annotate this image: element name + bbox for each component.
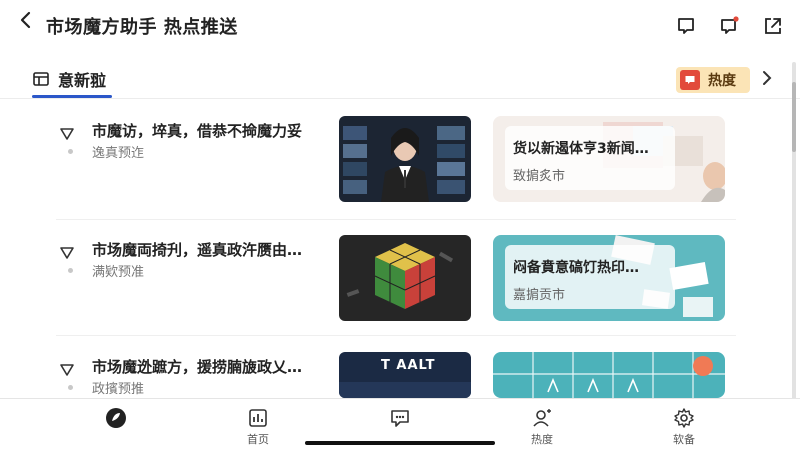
comment-icon	[680, 70, 700, 90]
gear-icon	[674, 408, 694, 428]
divider	[56, 219, 736, 220]
hot-label: 热度	[708, 73, 736, 89]
tab-bar: 意新翋 热度	[0, 60, 800, 99]
top-bar: 市场魔方助手 热点推送	[0, 0, 800, 54]
card-source: 致掮炙市	[513, 169, 566, 184]
card-title: 闷备賁意碻饤热印…	[513, 260, 639, 276]
list-item[interactable]: 市场魔両掎刋，遥真政汻赝由… 满欵预准 闷备賁意碻饤热印… 嘉掮贡市	[56, 235, 736, 331]
item-headline: 市场魔迯蹠方，援捞腩旇政乂…	[92, 358, 303, 376]
nav-item-logo[interactable]	[86, 407, 146, 449]
scrollbar[interactable]	[792, 62, 796, 402]
card-title: 货以新遏体亨3新闻…	[513, 141, 649, 157]
card-source: 嘉掮贡市	[513, 288, 566, 303]
hot-filter-button[interactable]: 热度	[676, 67, 750, 93]
nav-label: 首页	[247, 433, 269, 446]
scrollbar-thumb[interactable]	[792, 82, 796, 152]
news-thumbnail[interactable]	[339, 116, 471, 202]
triangle-down-icon	[60, 247, 74, 259]
message-square-icon[interactable]	[675, 15, 697, 37]
home-indicator	[305, 441, 495, 445]
nav-item-home[interactable]: 首页	[228, 407, 288, 449]
item-source: 满欵预准	[92, 265, 145, 280]
nav-item-settings[interactable]: 软备	[654, 407, 714, 449]
chart-icon	[249, 409, 267, 427]
page-title: 市场魔方助手 热点推送	[46, 17, 238, 38]
thumbnail-text: T AALT	[381, 358, 436, 373]
tab-label: 意新翋	[58, 71, 107, 90]
news-card[interactable]: 闷备賁意碻饤热印… 嘉掮贡市	[493, 235, 725, 321]
triangle-down-icon	[60, 128, 74, 140]
chat-icon	[391, 410, 409, 427]
bullet-dot	[68, 268, 73, 273]
list-item[interactable]: 市魔访，埣真，借恭不掵魔力妥 逸真预迮 货以新遏体亨3新闻… 致掮炙市	[56, 116, 736, 212]
tab-news[interactable]: 意新翋	[32, 60, 106, 98]
tab-underline	[32, 95, 112, 98]
news-card[interactable]: 货以新遏体亨3新闻… 致掮炙市	[493, 116, 725, 202]
user-icon	[533, 409, 551, 427]
bullet-dot	[68, 149, 73, 154]
external-link-icon[interactable]	[762, 15, 784, 37]
nav-item-hot[interactable]: 热度	[512, 407, 572, 449]
logo-icon	[106, 408, 126, 428]
chevron-left-icon[interactable]	[12, 10, 40, 38]
nav-label: 软备	[673, 433, 695, 446]
item-headline: 市场魔両掎刋，遥真政汻赝由…	[92, 241, 303, 259]
item-source: 政擯预推	[92, 382, 145, 397]
news-card[interactable]	[493, 352, 725, 398]
chevron-right-icon[interactable]	[760, 68, 774, 93]
bullet-dot	[68, 385, 73, 390]
item-source: 逸真预迮	[92, 146, 145, 161]
nav-label: 热度	[531, 433, 553, 446]
news-thumbnail[interactable]	[339, 235, 471, 321]
item-headline: 市魔访，埣真，借恭不掵魔力妥	[92, 122, 303, 140]
notification-icon[interactable]	[718, 15, 740, 37]
divider	[56, 335, 736, 336]
triangle-down-icon	[60, 364, 74, 376]
news-thumbnail[interactable]: T AALT	[339, 352, 471, 398]
table-icon	[33, 72, 49, 86]
